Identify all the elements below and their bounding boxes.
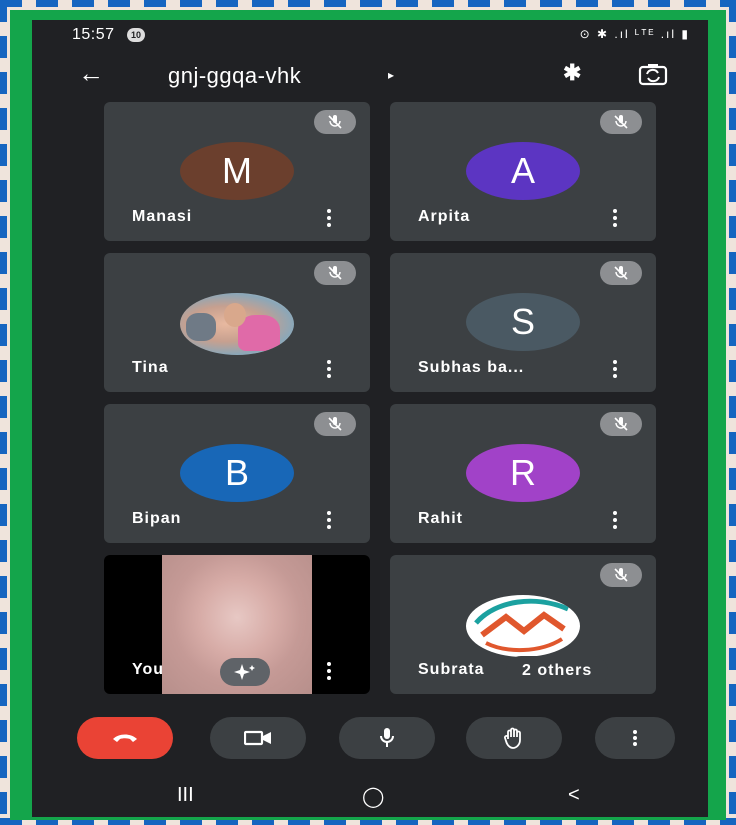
effects-button[interactable] [220,658,270,686]
group-avatar [466,595,580,657]
status-time: 15:57 [72,26,115,43]
participant-avatar: R [466,444,580,502]
more-vert-icon[interactable] [326,511,332,529]
mic-off-icon [614,266,628,280]
logo-icon [474,598,570,652]
switch-camera-icon[interactable] [638,62,668,86]
more-vert-icon [633,730,637,746]
participant-avatar: S [466,293,580,351]
group-tile[interactable]: Subrata 2 others [390,555,656,694]
top-bar: ← gnj-ggqa-vhk ▸ ✱ [32,54,708,98]
mic-off-icon [614,568,628,582]
mic-off-icon [328,115,342,129]
meet-screen: 15:57 10 ⊙ ✱ .ıl ᴸᵀᴱ .ıl ▮ ← gnj-ggqa-vh… [32,20,708,817]
end-call-button[interactable] [77,717,173,759]
more-options-button[interactable] [595,717,675,759]
participant-name: Subhas ba... [418,359,525,376]
more-vert-icon[interactable] [612,511,618,529]
participant-name: Arpita [418,208,471,225]
mic-off-badge [600,261,642,285]
recents-button[interactable]: III [177,784,194,807]
more-vert-icon[interactable] [612,360,618,378]
mic-off-icon [328,417,342,431]
home-button[interactable]: ◯ [362,784,384,809]
mic-off-badge [314,261,356,285]
status-icons: ⊙ ✱ .ıl ᴸᵀᴱ .ıl ▮ [579,27,690,41]
more-vert-icon[interactable] [326,209,332,227]
participant-tile[interactable]: S Subhas ba... [390,253,656,392]
bluetooth-icon[interactable]: ✱ [563,60,581,86]
participant-tile[interactable]: B Bipan [104,404,370,543]
participant-tile[interactable]: R Rahit [390,404,656,543]
microphone-button[interactable] [339,717,435,759]
chevron-right-icon[interactable]: ▸ [388,68,394,82]
raise-hand-button[interactable] [466,717,562,759]
meeting-code[interactable]: gnj-ggqa-vhk [168,63,301,89]
mic-off-badge [314,412,356,436]
participant-avatar: B [180,444,294,502]
participant-avatar: A [466,142,580,200]
video-camera-icon [244,730,271,746]
mic-off-badge [600,563,642,587]
participant-avatar: M [180,142,294,200]
call-end-icon [113,734,137,742]
notification-badge: 10 [127,28,145,42]
participant-photo [180,293,294,355]
status-bar: 15:57 10 ⊙ ✱ .ıl ᴸᵀᴱ .ıl ▮ [32,20,708,50]
self-video-tile[interactable]: You [104,555,370,694]
participant-name: You [132,661,165,678]
participant-name: Subrata [418,661,485,678]
more-vert-icon[interactable] [326,360,332,378]
mic-off-badge [600,110,642,134]
back-button[interactable]: < [568,784,580,807]
participant-name: Manasi [132,208,193,225]
participant-tile[interactable]: M Manasi [104,102,370,241]
others-badge[interactable]: 2 others [506,656,609,686]
more-vert-icon[interactable] [612,209,618,227]
participant-tile[interactable]: Tina [104,253,370,392]
participant-tile[interactable]: A Arpita [390,102,656,241]
mic-off-badge [600,412,642,436]
mic-off-icon [614,115,628,129]
participant-name: Tina [132,359,169,376]
microphone-icon [380,728,394,747]
camera-button[interactable] [210,717,306,759]
mic-off-icon [614,417,628,431]
navigation-bar: III ◯ < [32,780,708,817]
hand-icon [504,727,521,749]
more-vert-icon[interactable] [326,662,332,680]
participant-name: Rahit [418,510,463,527]
arrow-left-icon[interactable]: ← [78,58,104,89]
sparkle-icon [234,664,255,680]
participant-name: Bipan [132,510,182,527]
mic-off-badge [314,110,356,134]
mic-off-icon [328,266,342,280]
